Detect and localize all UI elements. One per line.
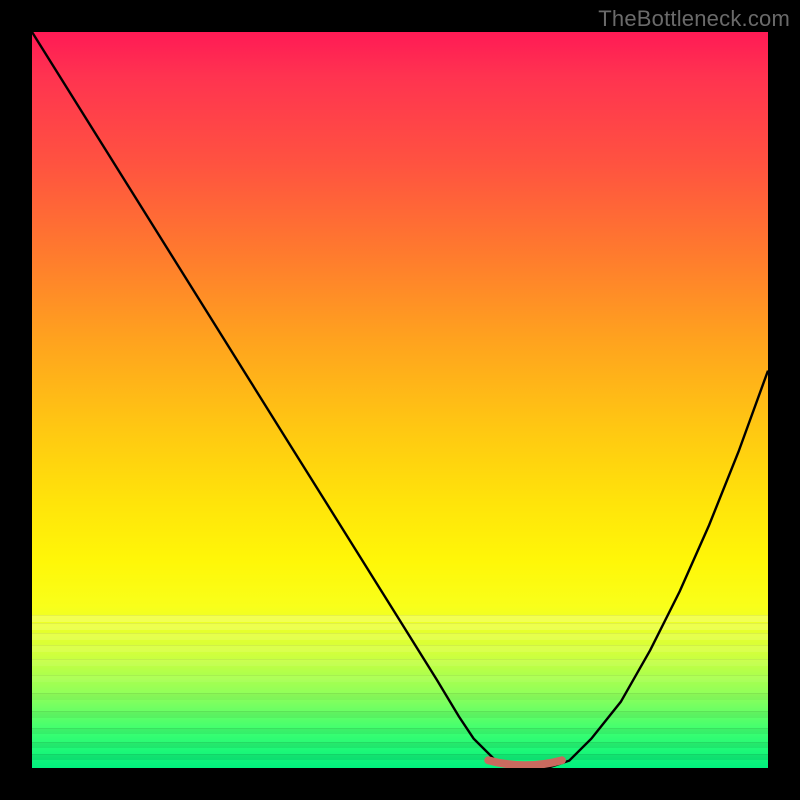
bottleneck-curve	[32, 32, 768, 768]
curve-line	[32, 32, 768, 768]
trough-marker	[488, 760, 562, 765]
chart-frame: TheBottleneck.com	[0, 0, 800, 800]
attribution-text: TheBottleneck.com	[598, 6, 790, 32]
plot-area	[32, 32, 768, 768]
